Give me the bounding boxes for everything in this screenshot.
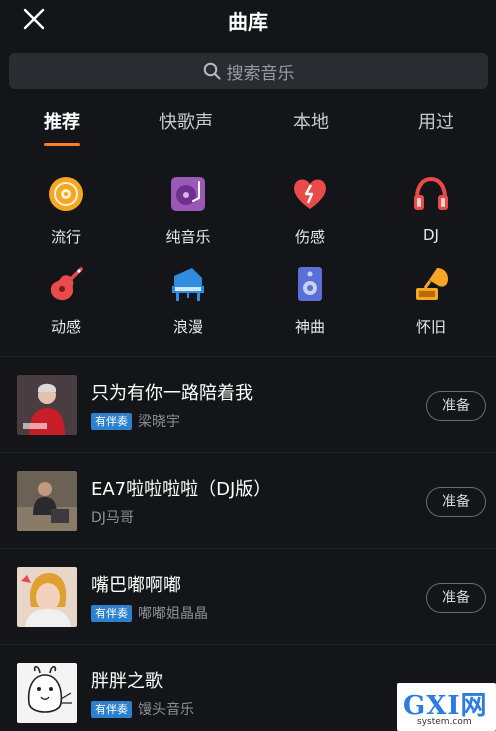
site-watermark: GXI网 system.com <box>397 683 496 731</box>
vinyl-disc-icon <box>46 174 86 214</box>
category-pop[interactable]: 流行 <box>26 174 106 247</box>
tab-used[interactable]: 用过 <box>396 108 476 134</box>
category-label: 浪漫 <box>172 318 203 336</box>
category-label: 怀旧 <box>415 318 446 336</box>
song-title: EA7啦啦啦啦（DJ版） <box>91 479 272 500</box>
category-nostalgic[interactable]: 怀旧 <box>391 264 471 337</box>
song-meta: DJ马哥 <box>91 507 134 527</box>
ready-button[interactable]: 准备 <box>426 583 486 613</box>
song-row[interactable]: EA7啦啦啦啦（DJ版） DJ马哥 准备 <box>0 453 496 549</box>
song-meta: 有伴奏 梁晓宇 <box>91 411 180 431</box>
song-title: 只为有你一路陪着我 <box>91 383 253 404</box>
tab-local[interactable]: 本地 <box>271 108 351 134</box>
search-placeholder: 搜索音乐 <box>226 63 295 84</box>
accompaniment-badge: 有伴奏 <box>91 700 132 718</box>
album-cover <box>17 471 77 531</box>
category-pure-music[interactable]: 纯音乐 <box>148 174 228 247</box>
category-label: 动感 <box>50 318 81 336</box>
search-icon <box>203 62 220 80</box>
artist-name: 馒头音乐 <box>138 702 194 718</box>
category-label: DJ <box>423 226 439 244</box>
song-meta: 有伴奏 馒头音乐 <box>91 699 194 719</box>
tab-kuaigesheng[interactable]: 快歌声 <box>146 108 226 134</box>
category-label: 伤感 <box>294 228 325 246</box>
guitar-icon <box>46 264 86 304</box>
artist-name: 梁晓宇 <box>138 414 180 430</box>
song-row[interactable]: 嘴巴嘟啊嘟 有伴奏 嘟嘟姐晶晶 准备 <box>0 549 496 645</box>
song-title: 嘴巴嘟啊嘟 <box>91 575 181 596</box>
page-title: 曲库 <box>228 10 268 34</box>
speaker-icon <box>290 264 330 304</box>
ready-button[interactable]: 准备 <box>426 391 486 421</box>
artist-name: DJ马哥 <box>91 510 134 526</box>
headphones-icon <box>411 174 451 214</box>
category-dj[interactable]: DJ <box>391 174 471 244</box>
watermark-domain: system.com <box>417 717 472 727</box>
category-hit[interactable]: 神曲 <box>270 264 350 337</box>
category-romantic[interactable]: 浪漫 <box>148 264 228 337</box>
category-dynamic[interactable]: 动感 <box>26 264 106 337</box>
category-label: 流行 <box>50 228 81 246</box>
category-label: 纯音乐 <box>165 228 211 246</box>
album-cover <box>17 663 77 723</box>
broken-heart-icon <box>290 174 330 214</box>
accompaniment-badge: 有伴奏 <box>91 604 132 622</box>
ready-button[interactable]: 准备 <box>426 487 486 517</box>
album-cover <box>17 375 77 435</box>
category-sad[interactable]: 伤感 <box>270 174 350 247</box>
header: 曲库 <box>0 0 496 40</box>
piano-icon <box>168 264 208 304</box>
accompaniment-badge: 有伴奏 <box>91 412 132 430</box>
search-input[interactable]: 搜索音乐 <box>9 53 488 89</box>
gramophone-icon <box>411 264 451 304</box>
active-tab-indicator <box>44 143 80 146</box>
category-label: 神曲 <box>294 318 325 336</box>
tab-bar: 推荐 快歌声 本地 用过 <box>0 108 496 148</box>
album-cover <box>17 567 77 627</box>
song-row[interactable]: 只为有你一路陪着我 有伴奏 梁晓宇 准备 <box>0 357 496 453</box>
song-meta: 有伴奏 嘟嘟姐晶晶 <box>91 603 208 623</box>
song-title: 胖胖之歌 <box>91 671 163 692</box>
category-grid: 流行 纯音乐 伤感 DJ 动感 浪漫 神曲 怀旧 <box>0 170 496 340</box>
artist-name: 嘟嘟姐晶晶 <box>138 606 208 622</box>
record-player-icon <box>168 174 208 214</box>
tab-recommend[interactable]: 推荐 <box>22 108 102 134</box>
